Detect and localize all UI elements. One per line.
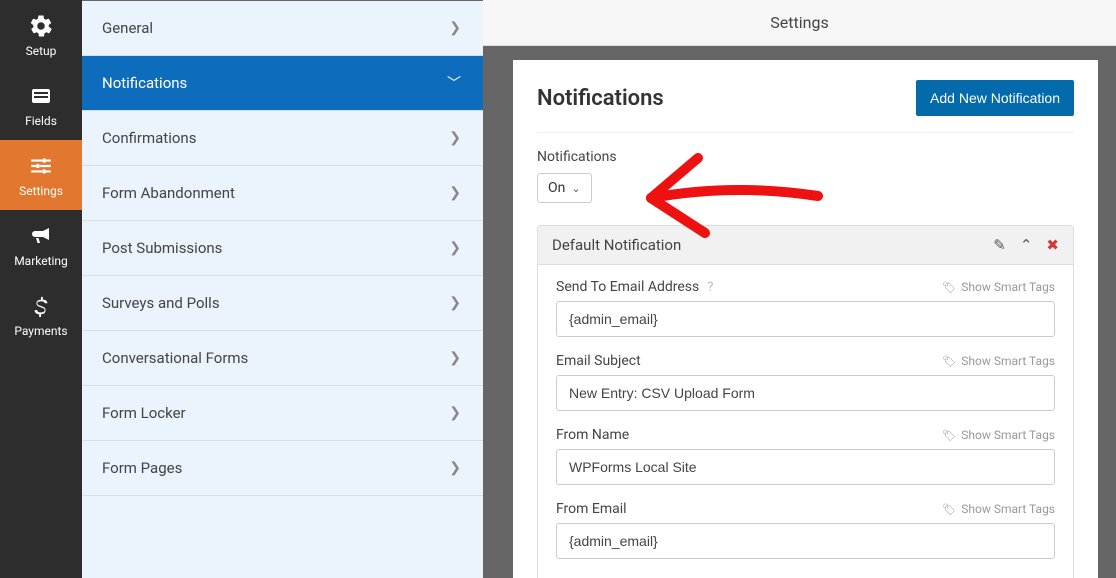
cat-label: Form Abandonment <box>102 184 235 202</box>
vnav-item-settings[interactable]: Settings <box>0 140 82 210</box>
from-email-input[interactable] <box>556 523 1055 559</box>
vnav-label: Marketing <box>14 254 68 268</box>
chevron-right-icon: ❯ <box>449 350 461 366</box>
vnav-item-fields[interactable]: Fields <box>0 70 82 140</box>
send-to-email-input[interactable] <box>556 301 1055 337</box>
field-label: From Name <box>556 427 629 443</box>
page-title-bar: Settings <box>483 0 1116 46</box>
show-smart-tags-link[interactable]: 🏷 Show Smart Tags <box>942 354 1055 368</box>
collapse-icon[interactable]: ⌃ <box>1020 236 1033 254</box>
list-icon <box>29 82 53 110</box>
card-title: Default Notification <box>552 236 681 254</box>
cat-label: Conversational Forms <box>102 349 248 367</box>
cat-item-conversational-forms[interactable]: Conversational Forms ❯ <box>82 331 483 386</box>
page-title: Settings <box>770 13 828 32</box>
main-pane: Settings Notifications Add New Notificat… <box>483 0 1116 578</box>
add-new-notification-button[interactable]: Add New Notification <box>916 80 1074 116</box>
chevron-right-icon: ❯ <box>449 20 461 36</box>
cat-item-confirmations[interactable]: Confirmations ❯ <box>82 111 483 166</box>
cat-label: Form Locker <box>102 404 186 422</box>
cat-item-form-locker[interactable]: Form Locker ❯ <box>82 386 483 441</box>
notifications-panel: Notifications Add New Notification Notif… <box>513 60 1098 578</box>
cat-item-form-pages[interactable]: Form Pages ❯ <box>82 441 483 496</box>
field-label: Email Subject <box>556 353 641 369</box>
tag-icon: 🏷 <box>942 429 956 442</box>
help-icon[interactable]: ? <box>707 280 713 295</box>
toggle-value: On <box>548 180 565 196</box>
show-smart-tags-link[interactable]: 🏷 Show Smart Tags <box>942 428 1055 442</box>
cat-item-post-submissions[interactable]: Post Submissions ❯ <box>82 221 483 276</box>
chevron-right-icon: ❯ <box>449 295 461 311</box>
chevron-right-icon: ❯ <box>449 460 461 476</box>
panel-title: Notifications <box>537 86 664 111</box>
chevron-right-icon: ❯ <box>449 130 461 146</box>
field-label: From Email <box>556 501 627 517</box>
gear-icon <box>28 12 54 40</box>
chevron-right-icon: ❯ <box>449 240 461 256</box>
vnav-label: Fields <box>25 114 57 128</box>
cat-label: Form Pages <box>102 459 182 477</box>
default-notification-card: Default Notification ✎ ⌃ ✖ Send To Email… <box>537 225 1074 578</box>
vnav-label: Setup <box>26 44 57 58</box>
field-from-name: From Name 🏷 Show Smart Tags <box>556 427 1055 485</box>
cat-label: Surveys and Polls <box>102 294 220 312</box>
cat-item-notifications[interactable]: Notifications ﹀ <box>82 56 483 111</box>
cat-label: General <box>102 19 153 37</box>
bullhorn-icon <box>29 222 53 250</box>
chevron-right-icon: ❯ <box>449 405 461 421</box>
sliders-icon <box>28 152 54 180</box>
delete-icon[interactable]: ✖ <box>1046 236 1059 254</box>
dollar-icon <box>30 292 52 320</box>
tag-icon: 🏷 <box>942 281 956 294</box>
chevron-down-icon: ﹀ <box>447 73 461 93</box>
field-label: Send To Email Address <box>556 279 699 295</box>
chevron-right-icon: ❯ <box>449 185 461 201</box>
from-name-input[interactable] <box>556 449 1055 485</box>
vertical-nav: Setup Fields Settings Marketing Payments <box>0 0 82 578</box>
field-from-email: From Email 🏷 Show Smart Tags <box>556 501 1055 559</box>
cat-item-form-abandonment[interactable]: Form Abandonment ❯ <box>82 166 483 221</box>
field-send-to: Send To Email Address ? 🏷 Show Smart Tag… <box>556 279 1055 337</box>
notifications-toggle-label: Notifications <box>537 149 1074 165</box>
cat-label: Notifications <box>102 74 187 92</box>
vnav-item-payments[interactable]: Payments <box>0 280 82 350</box>
show-smart-tags-link[interactable]: 🏷 Show Smart Tags <box>942 502 1055 516</box>
chevron-down-icon: ⌄ <box>571 182 580 195</box>
settings-categories-column: General ❯ Notifications ﹀ Confirmations … <box>82 0 483 578</box>
tag-icon: 🏷 <box>942 503 956 516</box>
vnav-item-setup[interactable]: Setup <box>0 0 82 70</box>
vnav-label: Settings <box>19 184 63 198</box>
email-subject-input[interactable] <box>556 375 1055 411</box>
cat-item-general[interactable]: General ❯ <box>82 1 483 56</box>
cat-item-surveys-polls[interactable]: Surveys and Polls ❯ <box>82 276 483 331</box>
vnav-item-marketing[interactable]: Marketing <box>0 210 82 280</box>
show-smart-tags-link[interactable]: 🏷 Show Smart Tags <box>942 280 1055 294</box>
category-list: General ❯ Notifications ﹀ Confirmations … <box>82 1 483 578</box>
edit-icon[interactable]: ✎ <box>993 236 1006 254</box>
cat-label: Post Submissions <box>102 239 222 257</box>
notifications-toggle-select[interactable]: On ⌄ <box>537 173 592 203</box>
cat-label: Confirmations <box>102 129 196 147</box>
field-subject: Email Subject 🏷 Show Smart Tags <box>556 353 1055 411</box>
tag-icon: 🏷 <box>942 355 956 368</box>
vnav-label: Payments <box>14 324 67 338</box>
